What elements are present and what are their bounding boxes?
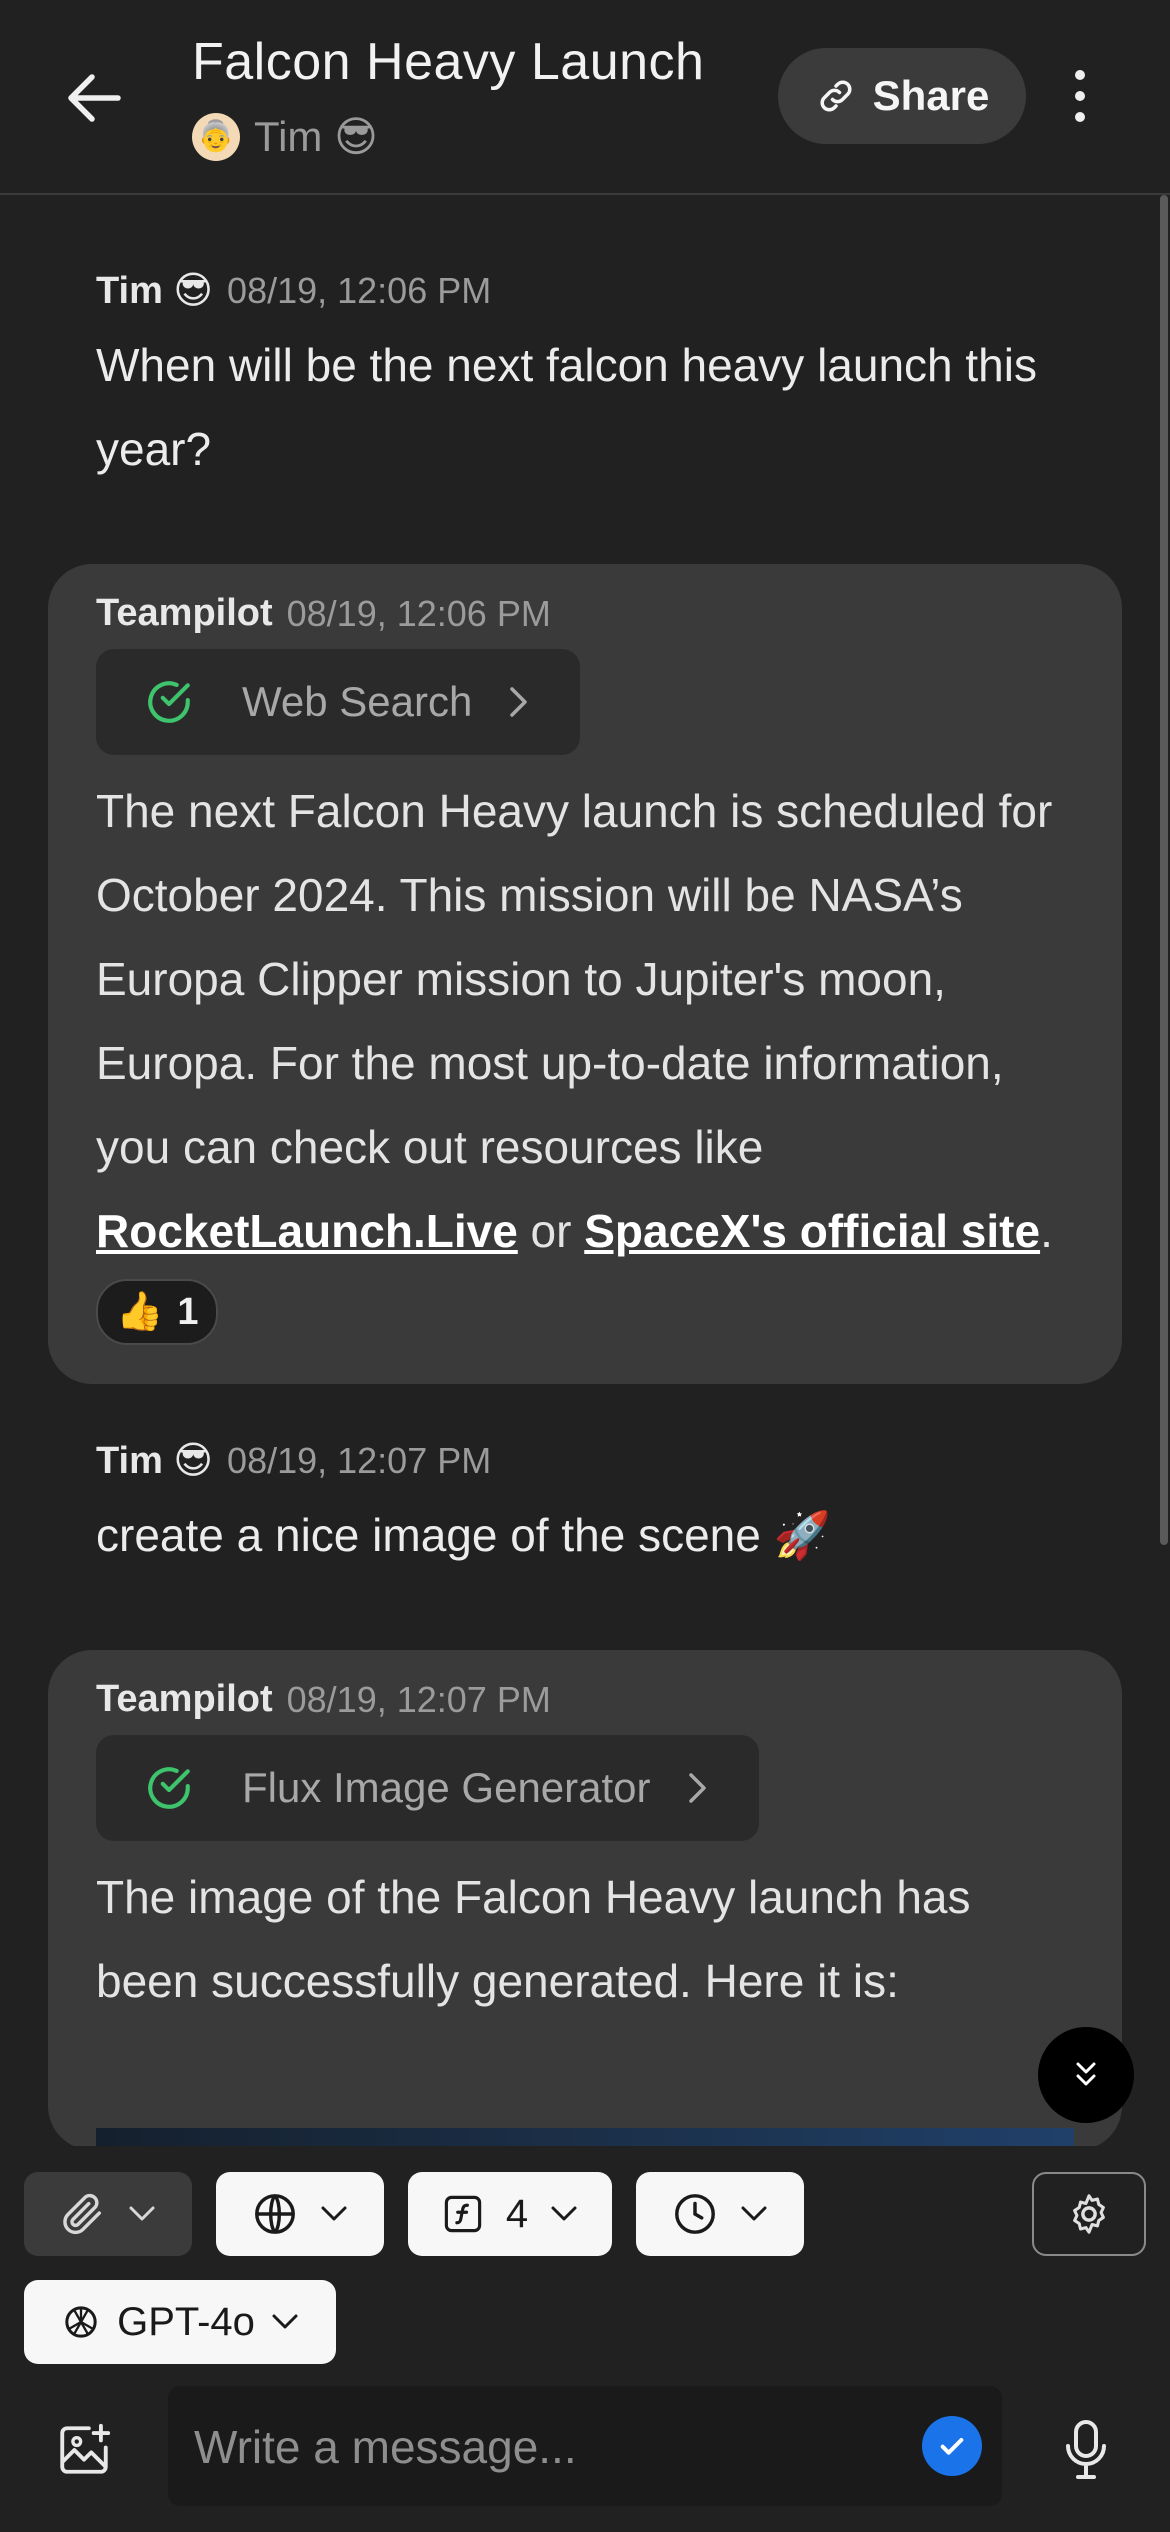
timestamp: 08/19, 12:07 PM (286, 1678, 551, 1720)
globe-icon (255, 2194, 295, 2234)
check-circle-icon (144, 677, 194, 727)
link-icon (820, 80, 852, 112)
assistant-message: Teampilot 08/19, 12:06 PM Web Search The… (48, 564, 1122, 1384)
function-icon (444, 2195, 482, 2233)
model-name: GPT-4o (117, 2299, 255, 2344)
chevron-down-icon (321, 2206, 347, 2221)
message-input[interactable] (192, 2386, 896, 2508)
tool-name: Flux Image Generator (242, 1764, 651, 1811)
schedule-dropdown[interactable] (636, 2172, 804, 2256)
back-arrow-icon[interactable] (62, 66, 126, 130)
share-button[interactable]: Share (778, 48, 1026, 144)
paperclip-icon (63, 2193, 102, 2235)
more-options-icon[interactable] (1052, 60, 1108, 132)
composer-area: 4 GPT-4o (0, 2146, 1170, 2532)
author-name: Tim 😎 (96, 270, 214, 312)
double-chevron-down-icon (1076, 2062, 1096, 2086)
settings-button[interactable] (1032, 2172, 1146, 2256)
share-label: Share (872, 72, 990, 119)
chevron-down-icon (272, 2314, 298, 2329)
user-message: Tim 😎 08/19, 12:07 PM create a nice imag… (96, 1438, 1106, 1577)
chat-header: Falcon Heavy Launch 👵 Tim 😎 Share (0, 0, 1170, 195)
microphone-icon[interactable] (1058, 2414, 1114, 2486)
attach-dropdown[interactable] (24, 2172, 192, 2256)
model-selector[interactable]: GPT-4o (24, 2280, 336, 2364)
chevron-right-icon (508, 685, 530, 719)
author-name: Tim 😎 (96, 1440, 214, 1482)
message-meta: Teampilot 08/19, 12:06 PM (96, 592, 1074, 635)
openai-icon (65, 2306, 97, 2338)
generated-image-preview[interactable] (96, 2128, 1074, 2148)
check-circle-icon (144, 1763, 194, 1813)
functions-count: 4 (505, 2191, 529, 2236)
rocketlaunch-link[interactable]: RocketLaunch.Live (96, 1205, 518, 1257)
chevron-down-icon (551, 2206, 577, 2221)
chat-owner: 👵 Tim 😎 (192, 112, 378, 161)
reaction-count: 1 (177, 1290, 199, 1333)
chevron-down-icon (129, 2206, 155, 2221)
clock-icon (675, 2194, 715, 2234)
message-text: The next Falcon Heavy launch is schedule… (96, 785, 1053, 1257)
chat-title: Falcon Heavy Launch (192, 33, 705, 91)
timestamp: 08/19, 12:06 PM (286, 592, 551, 634)
web-search-dropdown[interactable] (216, 2172, 384, 2256)
message-meta: Teampilot 08/19, 12:07 PM (96, 1678, 1074, 1721)
timestamp: 08/19, 12:06 PM (227, 269, 492, 311)
functions-dropdown[interactable]: 4 (408, 2172, 612, 2256)
message-meta: Tim 😎 08/19, 12:07 PM (96, 1438, 1106, 1483)
message-text: create a nice image of the scene 🚀 (96, 1509, 831, 1561)
scroll-to-bottom-button[interactable] (1038, 2027, 1134, 2123)
thumbs-up-icon: 👍 (116, 1291, 164, 1333)
avatar: 👵 (192, 112, 240, 161)
assistant-message: Teampilot 08/19, 12:07 PM Flux Image Gen… (48, 1650, 1122, 2150)
gear-icon (1073, 2194, 1105, 2234)
owner-name: Tim 😎 (254, 113, 378, 160)
message-text: The image of the Falcon Heavy launch has… (96, 1871, 971, 2007)
add-image-icon[interactable] (52, 2418, 116, 2482)
chevron-right-icon (687, 1771, 709, 1805)
tool-call-web-search[interactable]: Web Search (96, 649, 581, 755)
spacex-link[interactable]: SpaceX's official site (584, 1205, 1040, 1257)
scrollbar[interactable] (1160, 195, 1168, 1545)
chevron-down-icon (741, 2206, 767, 2221)
reaction-badge[interactable]: 👍 1 (96, 1279, 219, 1345)
author-name: Teampilot (96, 592, 273, 634)
author-name: Teampilot (96, 1678, 273, 1720)
user-message: Tim 😎 08/19, 12:06 PM When will be the n… (96, 268, 1106, 491)
message-meta: Tim 😎 08/19, 12:06 PM (96, 268, 1106, 313)
timestamp: 08/19, 12:07 PM (227, 1439, 492, 1481)
message-composer (168, 2386, 1002, 2508)
check-icon[interactable] (922, 2416, 982, 2476)
tool-name: Web Search (242, 678, 473, 725)
message-text: When will be the next falcon heavy launc… (96, 339, 1037, 475)
tool-call-flux-image-generator[interactable]: Flux Image Generator (96, 1735, 759, 1841)
